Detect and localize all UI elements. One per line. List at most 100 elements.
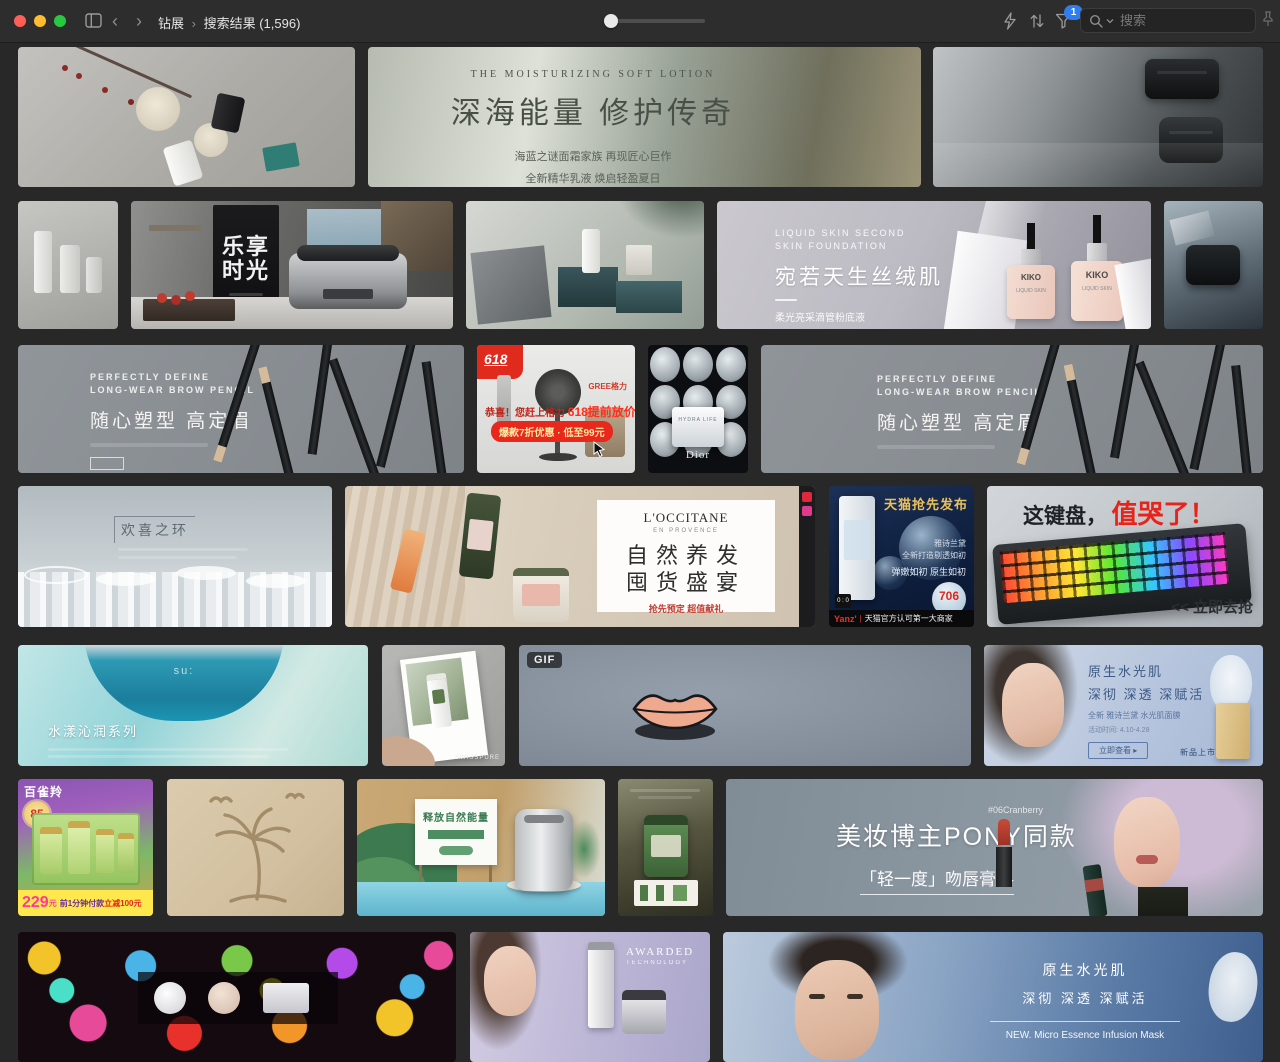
estee-button[interactable]: 立即查看 ▸ xyxy=(1088,742,1148,759)
estee-sub: 全新 雅诗兰黛 水光肌面膜 xyxy=(1088,710,1204,721)
grid-item-skincare-giftset[interactable] xyxy=(466,201,704,329)
zoom-button[interactable] xyxy=(54,15,66,27)
gift-box xyxy=(32,813,140,885)
dior-brand: Dior xyxy=(648,449,748,461)
gree-logo: GREE格力 xyxy=(588,381,627,392)
pin-icon[interactable] xyxy=(1262,11,1274,27)
white-bottle xyxy=(582,229,600,273)
grid-item-lamer-banner[interactable]: THE MOISTURIZING SOFT LOTION 深海能量 修护传奇 海… xyxy=(368,47,921,187)
locc-red: 抢先预定 超值献礼 xyxy=(597,602,775,615)
grid-item-flatlay-jars[interactable] xyxy=(18,47,355,187)
tmall-count: 706 xyxy=(932,589,966,603)
pony-t2: 「轻一度」吻唇膏 ▶ xyxy=(860,865,1014,895)
mask-packet xyxy=(1216,703,1250,759)
grid-item-dior-hydra[interactable]: HYDRA LIFE Dior xyxy=(648,345,748,473)
kiko-bottle-label: LIQUID SKIN xyxy=(1007,288,1055,294)
locc-cn2: 囤货盛宴 xyxy=(597,569,775,596)
sign-board: 释放自然能量 xyxy=(415,799,497,865)
teal-box-2 xyxy=(616,281,682,313)
grid-item-brow-pencil-2[interactable]: PERFECTLY DEFINE LONG-WEAR BROW PENCIL 随… xyxy=(761,345,1263,473)
micro-t3: NEW. Micro Essence Infusion Mask xyxy=(985,1030,1185,1041)
black-jar xyxy=(211,92,246,133)
grid-item-estee-mask[interactable]: 原生水光肌 深彻 深透 深赋活 全新 雅诗兰黛 水光肌面膜 活动时间: 4.10… xyxy=(984,645,1263,766)
model-face xyxy=(795,960,879,1060)
grid-item-loccitane[interactable]: L'OCCITANE EN PROVENCE 自然养发 囤货盛宴 抢先预定 超值… xyxy=(345,486,815,627)
teal-card xyxy=(262,142,300,172)
grid-item-air-purifier[interactable]: 释放自然能量 xyxy=(357,779,605,916)
tmall-l2: 全新打造剔透如初 xyxy=(891,550,966,562)
thumbnail-size-slider-thumb[interactable] xyxy=(604,14,618,28)
green-bottle xyxy=(459,492,502,579)
kiko-cn: 宛若天生丝绒肌 xyxy=(775,261,943,291)
sort-order-icon[interactable] xyxy=(1029,13,1045,29)
grid-item-gif-lips[interactable]: GIF xyxy=(519,645,971,766)
forward-button[interactable]: › xyxy=(136,12,142,30)
back-button[interactable]: ‹ xyxy=(112,12,118,30)
grid-item-polaroid-handcream[interactable]: SWISSPURE xyxy=(382,645,505,766)
brow-button[interactable] xyxy=(90,457,124,470)
grid-item-awarded-serum[interactable]: AWARDED TECHNOLOGY xyxy=(470,932,710,1062)
tmall-bar-text: 天猫官方认可第一大商家 xyxy=(865,613,953,624)
kiko-en2: SKIN FOUNDATION xyxy=(775,240,943,253)
jar xyxy=(644,815,688,877)
grid-item-shu-flowers[interactable] xyxy=(18,932,456,1062)
center-band xyxy=(138,972,338,1024)
grid-item-gray-bottles[interactable] xyxy=(18,201,118,329)
locc-cn1: 自然养发 xyxy=(597,542,775,569)
black-jar xyxy=(1186,245,1240,285)
kiko-bottle2-label: LIQUID SKIN xyxy=(1071,286,1123,292)
grid-item-blue-jar[interactable]: su: 水漾沁润系列 xyxy=(18,645,368,766)
grid-item-gree-618[interactable]: 618 GREE格力 恭喜！您赶上格力 618提前放价 爆款7折优惠 · 低至9… xyxy=(477,345,635,473)
model-face xyxy=(484,946,536,1016)
grid-item-glass-rings[interactable]: 欢喜之环 xyxy=(18,486,332,627)
pechoin-unit: 元 xyxy=(49,898,57,909)
search-input[interactable] xyxy=(1118,12,1232,29)
grid-item-green-jar[interactable] xyxy=(618,779,713,916)
breadcrumb-folder[interactable]: 钻展 xyxy=(158,16,184,31)
grid-item-keyboard[interactable]: 这键盘， 值哭了！ << 立即去抢 xyxy=(987,486,1263,627)
brow2-cn: 随心塑型 高定眉 xyxy=(877,408,1042,435)
badge-618: 618 xyxy=(477,345,523,379)
kb-t2: 值哭了！ xyxy=(1111,499,1215,529)
mask-ghost xyxy=(1204,949,1261,1025)
kb-t1: 这键盘， xyxy=(1023,505,1107,528)
search-scope-chevron-icon[interactable] xyxy=(1106,18,1114,24)
close-button[interactable] xyxy=(14,15,26,27)
pechoin-promo2: 立减100元 xyxy=(104,898,141,909)
grid-item-pechoin-set[interactable]: 百雀羚 85 229 元 前1分钟付款 立减100元 xyxy=(18,779,153,916)
thumbnail-size-slider[interactable] xyxy=(605,19,705,23)
minimize-button[interactable] xyxy=(34,15,46,27)
badge-618-text: 618 xyxy=(484,351,523,367)
kiko-sub: 柔光亮采滴管粉底液 xyxy=(775,309,943,324)
grid-item-tmall-estee[interactable]: 天猫抢先发布 雅诗兰黛 全新打造剔透如初 弹嫩如初 原生如初 706 0 : 0… xyxy=(829,486,974,627)
sidebar-toggle-icon[interactable] xyxy=(85,13,102,28)
quick-actions-icon[interactable] xyxy=(1002,12,1018,30)
grid-item-sand-palm[interactable] xyxy=(167,779,344,916)
grid-item-ice-jar[interactable] xyxy=(1164,201,1263,329)
cursor-icon xyxy=(593,441,606,457)
locc-subbrand: EN PROVENCE xyxy=(597,528,775,534)
grid-item-kitchen-cooker[interactable]: 乐享 时光 xyxy=(131,201,453,329)
lamer-en-title: THE MOISTURIZING SOFT LOTION xyxy=(428,69,758,80)
polaroid-brand: SWISSPURE xyxy=(455,755,500,761)
grid-item-brow-pencil-1[interactable]: PERFECTLY DEFINE LONG-WEAR BROW PENCIL 随… xyxy=(18,345,464,473)
estee-date: 活动时间: 4.10-4.28 xyxy=(1088,725,1204,735)
grid-item-kiko-foundation[interactable]: LIQUID SKIN SECOND SKIN FOUNDATION 宛若天生丝… xyxy=(717,201,1151,329)
lips-illustration xyxy=(627,681,723,743)
mini-set xyxy=(634,880,698,906)
grid-item-pony-lipstick[interactable]: 美妆博主PONY同款 「轻一度」吻唇膏 ▶ #06Cranberry xyxy=(726,779,1263,916)
sign-text: 释放自然能量 xyxy=(415,809,497,824)
poster-line2: 时光 xyxy=(213,259,279,283)
grid-item-dark-jars[interactable] xyxy=(933,47,1263,187)
slow-cooker xyxy=(289,253,407,309)
cream-jar xyxy=(622,990,666,1034)
search-field[interactable] xyxy=(1080,8,1256,33)
pechoin-brand: 百雀羚 xyxy=(24,783,63,800)
bowl xyxy=(136,87,180,131)
dior-jar-label: HYDRA LIFE xyxy=(672,417,724,423)
tmall-l1: 雅诗兰黛 xyxy=(891,538,966,550)
poster: 乐享 时光 xyxy=(213,205,279,309)
jar: su: xyxy=(84,645,284,721)
serum-bottle xyxy=(588,942,614,1028)
grid-item-micro-essence[interactable]: 原生水光肌 深彻 深透 深赋活 NEW. Micro Essence Infus… xyxy=(723,932,1263,1062)
